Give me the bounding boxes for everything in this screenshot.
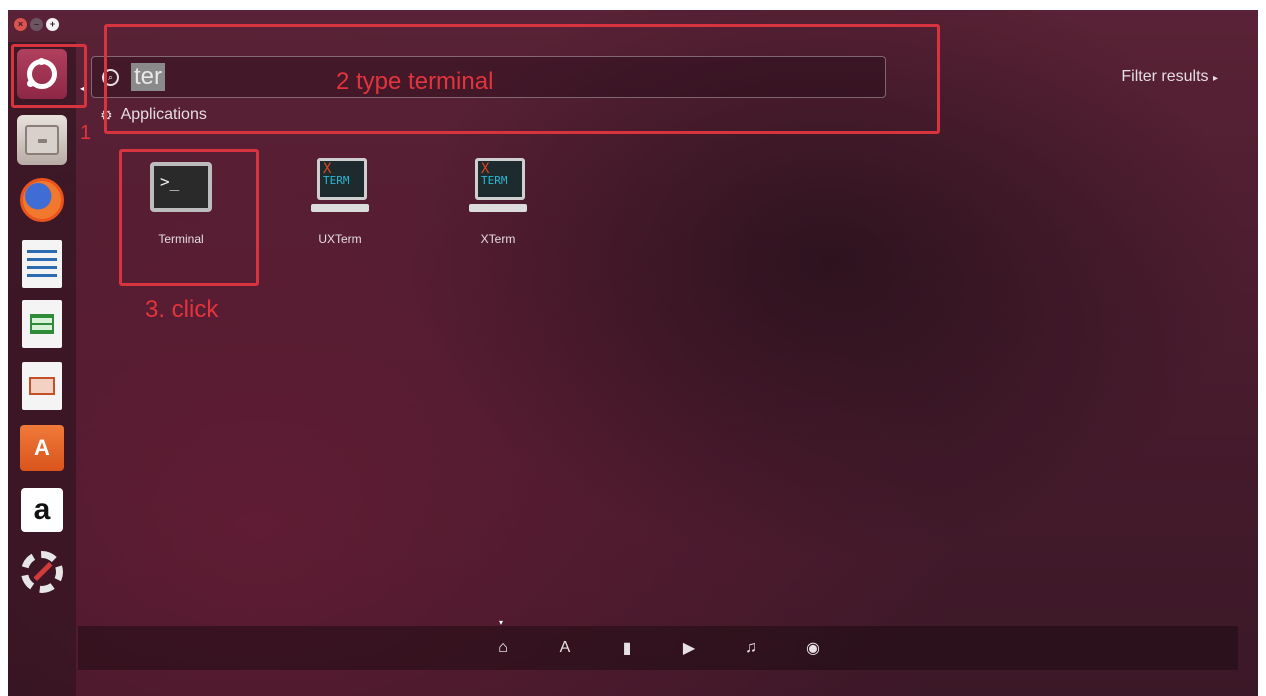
xterm-icon: X TERM: [438, 156, 558, 218]
launcher-item-writer[interactable]: [14, 236, 70, 292]
launcher-item-files[interactable]: [14, 112, 70, 168]
result-uxterm[interactable]: X TERM UXTerm: [280, 156, 400, 246]
launcher-item-impress[interactable]: [14, 358, 70, 414]
writer-icon: [22, 240, 62, 288]
launcher-item-firefox[interactable]: [14, 172, 70, 228]
annotation-box-step3: [119, 149, 259, 286]
settings-icon: [17, 547, 67, 597]
result-xterm[interactable]: X TERM XTerm: [438, 156, 558, 246]
annotation-step2: 2 type terminal: [336, 68, 494, 95]
file-icon[interactable]: ▮: [618, 639, 636, 657]
launcher-item-settings[interactable]: [14, 544, 70, 600]
minimize-button[interactable]: –: [30, 18, 43, 31]
software-glyph: A: [34, 435, 50, 460]
impress-icon: [22, 362, 62, 410]
music-icon[interactable]: ♫: [742, 639, 760, 657]
minimize-icon: –: [33, 19, 39, 29]
files-icon: [17, 115, 67, 165]
close-icon: ×: [17, 19, 24, 29]
home-icon[interactable]: ⌂: [494, 639, 512, 657]
filter-arrow-icon: ▸: [1212, 73, 1218, 84]
firefox-icon: [17, 175, 67, 225]
launcher: A a: [8, 42, 76, 696]
result-label: XTerm: [480, 232, 516, 246]
lens-bar: ⌂ A ▮ ▶ ♫ ◉: [78, 626, 1238, 670]
camera-icon[interactable]: ◉: [804, 639, 822, 657]
applications-icon[interactable]: A: [556, 639, 574, 657]
calc-icon: [22, 300, 62, 348]
launcher-item-calc[interactable]: [14, 296, 70, 352]
annotation-step3: 3. click: [145, 296, 219, 323]
amazon-icon: a: [21, 488, 63, 532]
filter-results-button[interactable]: Filter results ▸: [1121, 68, 1218, 86]
launcher-item-amazon[interactable]: a: [14, 482, 70, 538]
annotation-step1: 1: [80, 122, 92, 144]
amazon-glyph: a: [33, 493, 51, 526]
maximize-icon: +: [49, 19, 56, 29]
unity-desktop: × – + A a ◂ ⌕ ter Filter results ▸ ⚙ App…: [8, 10, 1258, 696]
maximize-button[interactable]: +: [46, 18, 59, 31]
window-controls: × – +: [14, 18, 59, 31]
video-icon[interactable]: ▶: [680, 639, 698, 657]
xterm-term: TERM: [481, 174, 508, 187]
launcher-item-software[interactable]: A: [14, 420, 70, 476]
uxterm-term: TERM: [323, 174, 350, 187]
result-label: UXTerm: [318, 232, 362, 246]
filter-results-label: Filter results: [1121, 68, 1209, 85]
software-center-icon: A: [20, 425, 64, 471]
annotation-box-step2: [104, 24, 940, 134]
annotation-box-step1: [11, 44, 87, 108]
close-button[interactable]: ×: [14, 18, 27, 31]
uxterm-icon: X TERM: [280, 156, 400, 218]
